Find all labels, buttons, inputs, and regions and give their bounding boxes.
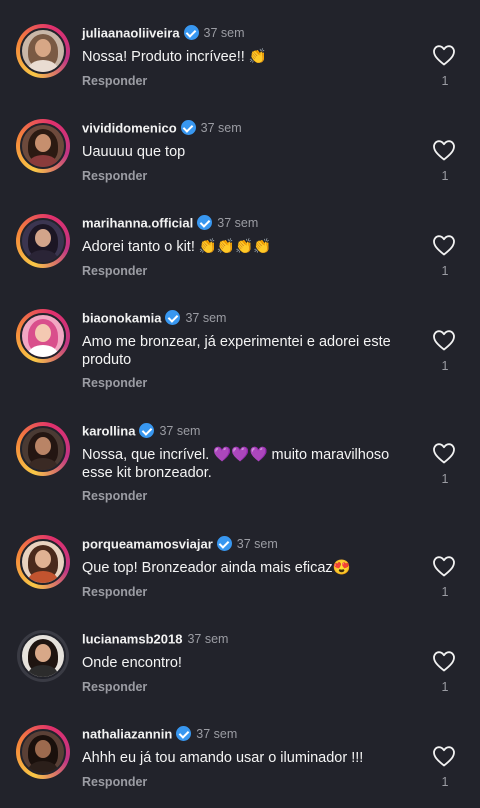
comment-text: Nossa! Produto incrívee!! 👏 xyxy=(82,49,267,65)
comment-meta: vivididomenico 37 sem xyxy=(82,119,242,139)
like-count: 1 xyxy=(441,680,449,694)
like-count: 1 xyxy=(441,359,449,373)
verified-icon xyxy=(165,310,181,326)
verified-icon xyxy=(216,536,232,552)
avatar-story-ring[interactable] xyxy=(16,422,70,476)
verified-icon xyxy=(176,726,192,742)
heart-icon[interactable] xyxy=(432,139,456,161)
like-control: 1 xyxy=(432,745,458,789)
verified-icon xyxy=(197,215,213,231)
username[interactable]: karollina xyxy=(82,423,135,438)
comment-text: Uauuuu que top xyxy=(82,144,186,160)
comment-text: Amo me bronzear, já experimentei e adore… xyxy=(82,334,391,368)
avatar[interactable] xyxy=(20,633,66,679)
like-count: 1 xyxy=(441,775,449,789)
avatar-story-ring[interactable] xyxy=(16,214,70,268)
like-count: 1 xyxy=(441,169,449,183)
comment-meta: biaonokamia 37 sem xyxy=(82,309,226,329)
avatar-story-ring[interactable] xyxy=(16,725,70,779)
like-control: 1 xyxy=(432,44,458,88)
like-count: 1 xyxy=(441,585,449,599)
comment-meta: karollina 37 sem xyxy=(82,422,200,442)
comment-meta: lucianamsb2018 37 sem xyxy=(82,630,228,650)
avatar[interactable] xyxy=(20,28,66,74)
reply-button[interactable]: Responder xyxy=(82,775,147,789)
avatar[interactable] xyxy=(20,313,66,359)
avatar[interactable] xyxy=(20,426,66,472)
timestamp: 37 sem xyxy=(185,310,227,325)
timestamp: 37 sem xyxy=(236,536,278,551)
timestamp: 37 sem xyxy=(200,120,242,135)
like-control: 1 xyxy=(432,234,458,278)
avatar-story-ring[interactable] xyxy=(16,309,70,363)
timestamp: 37 sem xyxy=(217,215,259,230)
timestamp: 37 sem xyxy=(196,726,238,741)
like-control: 1 xyxy=(432,555,458,599)
like-count: 1 xyxy=(441,74,449,88)
like-control: 1 xyxy=(432,650,458,694)
heart-icon[interactable] xyxy=(432,650,456,672)
verified-icon xyxy=(139,423,155,439)
username[interactable]: biaonokamia xyxy=(82,310,161,325)
timestamp: 37 sem xyxy=(187,631,229,646)
avatar-story-ring[interactable] xyxy=(16,24,70,78)
verified-icon xyxy=(183,25,199,41)
username[interactable]: nathaliazannin xyxy=(82,726,172,741)
comment-meta: juliaanaoliiveira 37 sem xyxy=(82,24,245,44)
username[interactable]: marihanna.official xyxy=(82,215,193,230)
comment-list: juliaanaoliiveira 37 sem Nossa! Produto i… xyxy=(0,0,480,808)
username[interactable]: juliaanaoliiveira xyxy=(82,25,180,40)
reply-button[interactable]: Responder xyxy=(82,680,147,694)
comment-text: Adorei tanto o kit! 👏👏👏👏 xyxy=(82,239,272,255)
reply-button[interactable]: Responder xyxy=(82,585,147,599)
timestamp: 37 sem xyxy=(159,423,201,438)
avatar[interactable] xyxy=(20,729,66,775)
avatar[interactable] xyxy=(20,123,66,169)
comment-text: Nossa, que incrível. 💜💜💜 muito maravilho… xyxy=(82,447,390,481)
like-control: 1 xyxy=(432,442,458,486)
like-count: 1 xyxy=(441,264,449,278)
timestamp: 37 sem xyxy=(203,25,245,40)
comment-text: Que top! Bronzeador ainda mais eficaz😍 xyxy=(82,560,351,576)
like-control: 1 xyxy=(432,139,458,183)
heart-icon[interactable] xyxy=(432,745,456,767)
username[interactable]: lucianamsb2018 xyxy=(82,631,182,646)
avatar[interactable] xyxy=(20,539,66,585)
heart-icon[interactable] xyxy=(432,234,456,256)
comment-meta: marihanna.official 37 sem xyxy=(82,214,258,234)
comment-text: Ahhh eu já tou amando usar o iluminador … xyxy=(82,750,364,766)
reply-button[interactable]: Responder xyxy=(82,489,147,503)
heart-icon[interactable] xyxy=(432,442,456,464)
username[interactable]: porqueamamosviajar xyxy=(82,536,213,551)
comment-meta: porqueamamosviajar 37 sem xyxy=(82,535,278,555)
comment-meta: nathaliazannin 37 sem xyxy=(82,725,237,745)
reply-button[interactable]: Responder xyxy=(82,264,147,278)
reply-button[interactable]: Responder xyxy=(82,376,147,390)
heart-icon[interactable] xyxy=(432,329,456,351)
avatar-frame[interactable] xyxy=(17,630,69,682)
username[interactable]: vivididomenico xyxy=(82,120,177,135)
reply-button[interactable]: Responder xyxy=(82,74,147,88)
avatar[interactable] xyxy=(20,218,66,264)
like-count: 1 xyxy=(441,472,449,486)
heart-icon[interactable] xyxy=(432,555,456,577)
avatar-story-ring[interactable] xyxy=(16,119,70,173)
reply-button[interactable]: Responder xyxy=(82,169,147,183)
verified-icon xyxy=(180,120,196,136)
heart-icon[interactable] xyxy=(432,44,456,66)
like-control: 1 xyxy=(432,329,458,373)
avatar-story-ring[interactable] xyxy=(16,535,70,589)
comment-text: Onde encontro! xyxy=(82,655,182,671)
